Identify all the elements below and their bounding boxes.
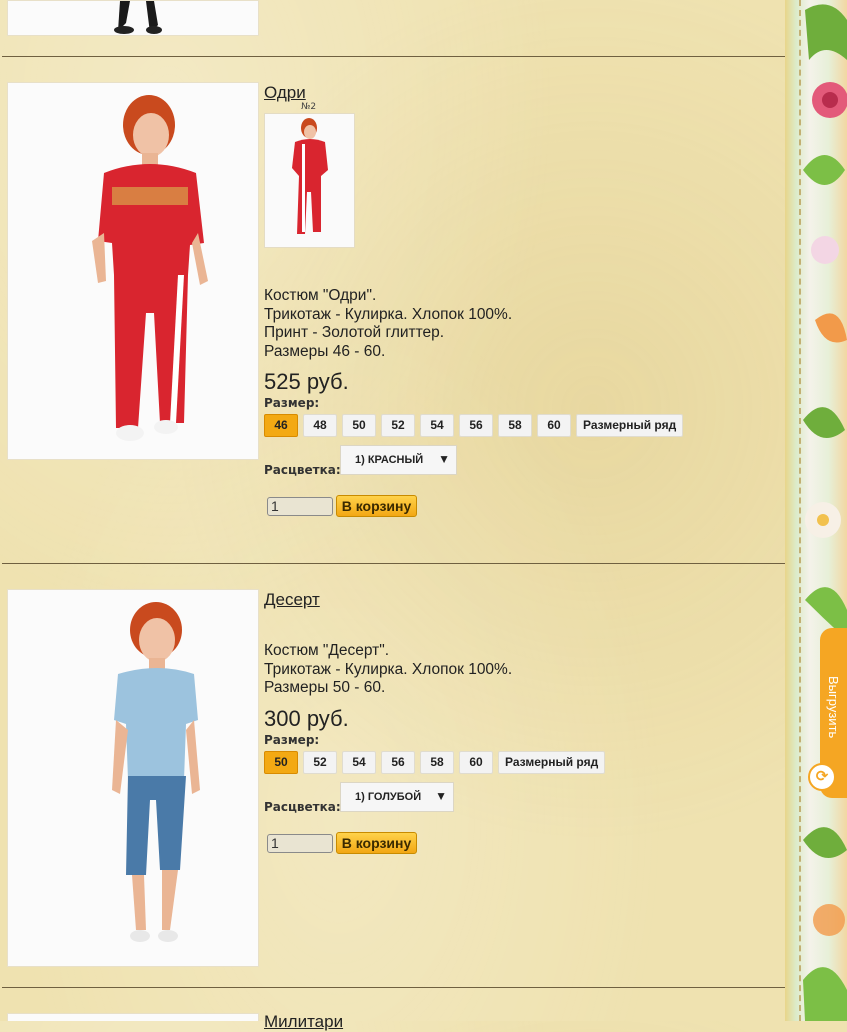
dropdown-arrow-icon: ▼ — [438, 452, 450, 466]
size-option-54[interactable]: 54 — [342, 751, 376, 774]
color-label: Расцветка: — [264, 463, 341, 477]
size-label: Размер: — [264, 396, 320, 410]
quantity-input[interactable]: 1 — [267, 497, 333, 516]
description-line: Костюм "Одри". — [264, 287, 377, 304]
size-option-48[interactable]: 48 — [303, 414, 337, 437]
color-select[interactable]: 1) КРАСНЫЙ ▼ — [340, 445, 457, 475]
size-option-58[interactable]: 58 — [498, 414, 532, 437]
size-chart-button[interactable]: Размерный ряд — [576, 414, 684, 437]
product-description: Костюм "Одри". Трикотаж - Кулирка. Хлопо… — [264, 287, 512, 361]
color-select-value: 1) КРАСНЫЙ — [355, 454, 424, 466]
sync-icon[interactable]: ⟳ — [808, 763, 836, 791]
size-option-52[interactable]: 52 — [303, 751, 337, 774]
dropdown-arrow-icon: ▼ — [435, 789, 447, 803]
size-selector: 50 52 54 56 58 60 Размерный ряд — [264, 751, 610, 774]
thumbnail-label: №2 — [301, 102, 317, 112]
product-thumbnail[interactable] — [264, 113, 355, 248]
description-line: Костюм "Десерт". — [264, 642, 390, 659]
add-to-cart-button[interactable]: В корзину — [336, 832, 417, 854]
product-title-link[interactable]: Милитари — [264, 1012, 343, 1032]
color-select[interactable]: 1) ГОЛУБОЙ ▼ — [340, 782, 454, 812]
size-option-52[interactable]: 52 — [381, 414, 415, 437]
product-image[interactable] — [7, 589, 259, 967]
product-title-link[interactable]: Одри — [264, 83, 306, 103]
size-label: Размер: — [264, 733, 320, 747]
floral-pattern — [803, 4, 847, 1021]
size-option-60[interactable]: 60 — [537, 414, 571, 437]
description-line: Трикотаж - Кулирка. Хлопок 100%. — [264, 305, 513, 323]
product-price: 525 руб. — [264, 369, 349, 394]
product-image[interactable] — [7, 82, 259, 460]
product-list: Одри №2 Костюм "Одри". Трикотаж - Кулирк… — [0, 0, 785, 1031]
description-line: Трикотаж - Кулирка. Хлопок 100%. — [264, 660, 513, 678]
size-chart-button[interactable]: Размерный ряд — [498, 751, 606, 774]
size-option-50[interactable]: 50 — [264, 751, 298, 774]
size-option-54[interactable]: 54 — [420, 414, 454, 437]
color-select-value: 1) ГОЛУБОЙ — [355, 791, 422, 803]
next-product-image[interactable] — [7, 1013, 259, 1021]
quantity-input[interactable]: 1 — [267, 834, 333, 853]
decorative-sidebar — [785, 0, 847, 1021]
size-option-56[interactable]: 56 — [459, 414, 493, 437]
product-description: Костюм "Десерт". Трикотаж - Кулирка. Хло… — [264, 642, 512, 698]
product-price: 300 руб. — [264, 706, 349, 731]
product-title-link[interactable]: Десерт — [264, 590, 320, 610]
description-line: Размеры 46 - 60. — [264, 342, 386, 360]
add-to-cart-button[interactable]: В корзину — [336, 495, 417, 517]
previous-product-image[interactable] — [7, 0, 259, 36]
export-label[interactable]: Выгрузить — [826, 676, 841, 738]
color-label: Расцветка: — [264, 800, 341, 814]
size-option-58[interactable]: 58 — [420, 751, 454, 774]
divider — [2, 56, 785, 57]
stitch-border — [799, 0, 801, 1021]
size-option-60[interactable]: 60 — [459, 751, 493, 774]
size-selector: 46 48 50 52 54 56 58 60 Размерный ряд — [264, 414, 688, 437]
description-line: Размеры 50 - 60. — [264, 679, 386, 696]
size-option-46[interactable]: 46 — [264, 414, 298, 437]
description-line: Принт - Золотой глиттер. — [264, 324, 445, 341]
divider — [2, 987, 785, 988]
size-option-56[interactable]: 56 — [381, 751, 415, 774]
size-option-50[interactable]: 50 — [342, 414, 376, 437]
divider — [2, 563, 785, 564]
